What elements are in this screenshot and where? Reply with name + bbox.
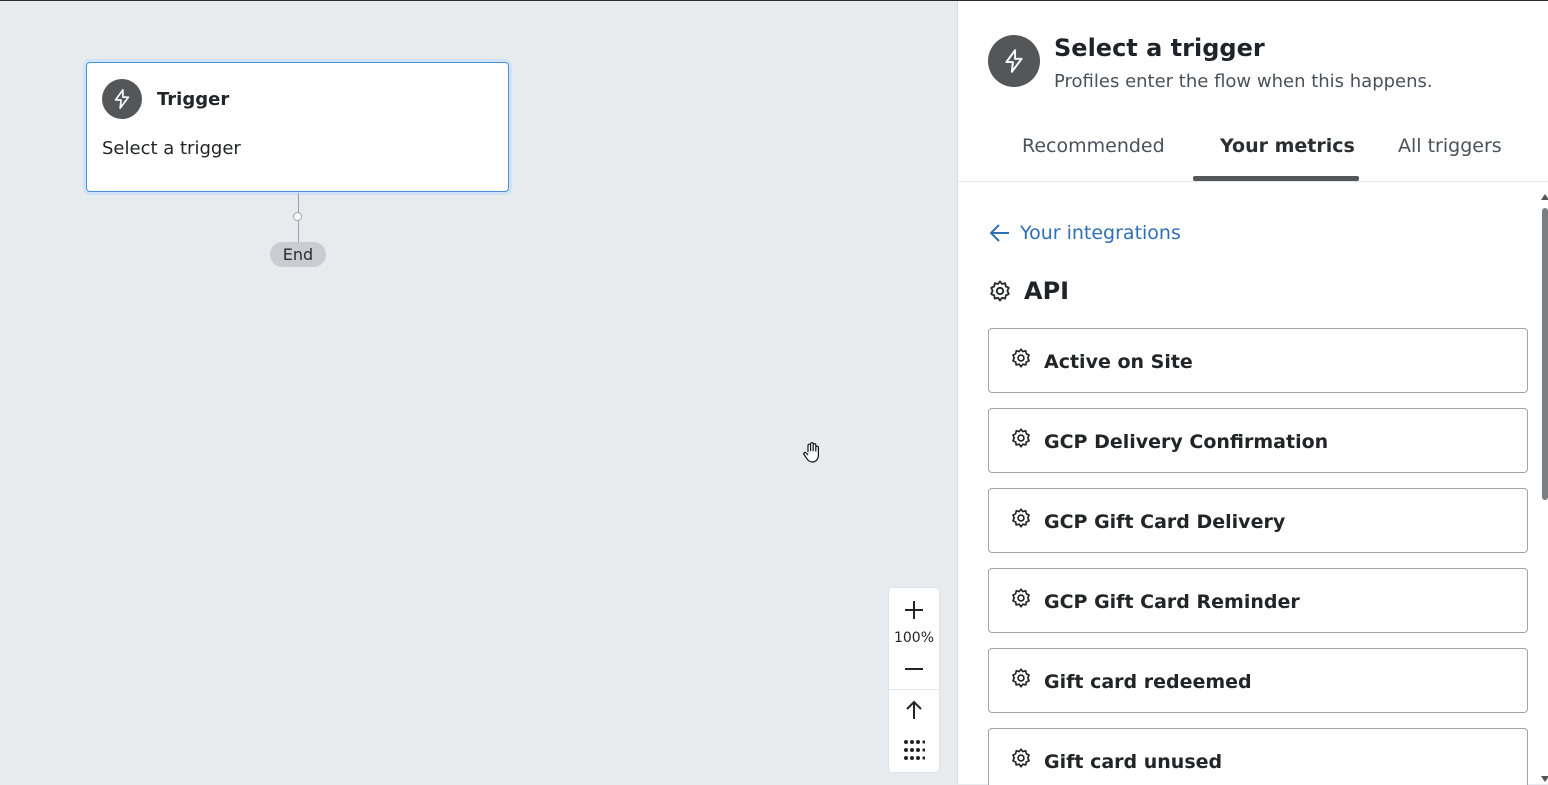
- section-label: API: [1024, 277, 1070, 305]
- back-link-label: Your integrations: [1020, 222, 1181, 244]
- zoom-in-button[interactable]: [889, 592, 939, 628]
- scroll-up-arrow-icon[interactable]: [1541, 194, 1548, 200]
- metric-item[interactable]: GCP Gift Card Reminder: [988, 568, 1528, 633]
- active-tab-indicator: [1193, 176, 1359, 181]
- lightning-icon: [988, 35, 1040, 87]
- metric-label: Gift card redeemed: [1044, 671, 1252, 693]
- section-heading: API: [988, 277, 1069, 305]
- zoom-divider: [889, 689, 939, 690]
- end-node: End: [270, 242, 326, 267]
- metric-item[interactable]: Gift card unused: [988, 728, 1528, 785]
- panel-title: Select a trigger: [1054, 34, 1265, 62]
- trigger-node-title: Trigger: [157, 89, 230, 110]
- trigger-node-subtitle: Select a trigger: [102, 138, 241, 159]
- scroll-thumb[interactable]: [1542, 208, 1548, 500]
- lightning-icon: [102, 79, 142, 119]
- metric-label: GCP Gift Card Delivery: [1044, 511, 1286, 533]
- metric-label: GCP Gift Card Reminder: [1044, 591, 1300, 613]
- tab-your-metrics[interactable]: Your metrics: [1220, 135, 1355, 157]
- tab-recommended[interactable]: Recommended: [1022, 135, 1165, 157]
- trigger-selection-panel: Select a trigger Profiles enter the flow…: [957, 1, 1548, 785]
- metric-item[interactable]: Gift card redeemed: [988, 648, 1528, 713]
- gear-icon: [1010, 667, 1032, 693]
- metric-item[interactable]: Active on Site: [988, 328, 1528, 393]
- add-step-dot[interactable]: [293, 212, 302, 221]
- zoom-out-button[interactable]: [889, 651, 939, 687]
- back-to-integrations-link[interactable]: Your integrations: [988, 221, 1181, 245]
- zoom-level: 100%: [893, 630, 935, 646]
- metric-label: GCP Delivery Confirmation: [1044, 431, 1329, 453]
- gear-icon: [1010, 587, 1032, 613]
- trigger-node[interactable]: Trigger Select a trigger: [86, 62, 509, 192]
- flow-canvas[interactable]: Trigger Select a trigger End 100%: [0, 1, 957, 784]
- grid-dots-icon: [904, 740, 925, 760]
- tab-all-triggers[interactable]: All triggers: [1398, 135, 1502, 157]
- scroll-down-arrow-icon[interactable]: [1541, 776, 1548, 782]
- gear-icon: [1010, 507, 1032, 533]
- gear-icon: [1010, 427, 1032, 453]
- plus-icon: [905, 601, 923, 619]
- trigger-tabs: Recommended Your metrics All triggers: [958, 119, 1548, 182]
- gear-icon: [1010, 747, 1032, 773]
- fit-view-button[interactable]: [889, 732, 939, 768]
- metric-item[interactable]: GCP Delivery Confirmation: [988, 408, 1528, 473]
- hand-cursor-icon: [801, 441, 823, 469]
- minus-icon: [905, 668, 923, 670]
- gear-icon: [990, 280, 1010, 302]
- metric-label: Gift card unused: [1044, 751, 1223, 773]
- panel-subtitle: Profiles enter the flow when this happen…: [1054, 71, 1433, 92]
- arrow-left-icon: [989, 224, 1009, 242]
- scroll-to-top-button[interactable]: [889, 692, 939, 728]
- metric-item[interactable]: GCP Gift Card Delivery: [988, 488, 1528, 553]
- gear-icon: [1010, 347, 1032, 373]
- zoom-controls: 100%: [889, 588, 939, 772]
- arrow-up-icon: [906, 700, 922, 719]
- metric-label: Active on Site: [1044, 351, 1193, 373]
- panel-scrollbar[interactable]: [1541, 194, 1548, 784]
